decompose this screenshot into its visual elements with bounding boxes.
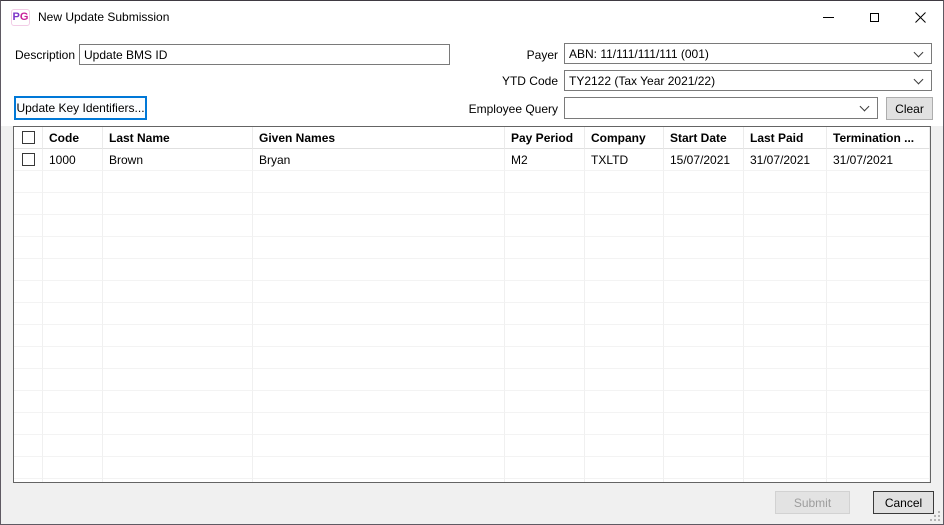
- cell-start-date: 15/07/2021: [664, 149, 744, 171]
- payer-label: Payer: [471, 45, 558, 65]
- cell-code: 1000: [43, 149, 103, 171]
- empty-row: [14, 457, 930, 479]
- table-row[interactable]: 1000 Brown Bryan M2 TXLTD 15/07/2021 31/…: [14, 149, 930, 171]
- clear-button[interactable]: Clear: [886, 97, 933, 120]
- grid-header-row: Code Last Name Given Names Pay Period Co…: [14, 127, 930, 149]
- payer-dropdown[interactable]: ABN: 11/111/111/111 (001): [564, 43, 932, 64]
- column-header-last-name[interactable]: Last Name: [103, 127, 253, 149]
- empty-row: [14, 391, 930, 413]
- logo-letter-g: G: [20, 12, 29, 23]
- column-header-termination[interactable]: Termination ...: [827, 127, 930, 149]
- row-select-cell[interactable]: [14, 149, 43, 171]
- column-header-company[interactable]: Company: [585, 127, 664, 149]
- minimize-button[interactable]: [805, 1, 851, 33]
- column-header-last-paid[interactable]: Last Paid: [744, 127, 827, 149]
- column-header-code[interactable]: Code: [43, 127, 103, 149]
- empty-row: [14, 479, 930, 483]
- select-all-cell[interactable]: [14, 127, 43, 149]
- column-header-given-names[interactable]: Given Names: [253, 127, 505, 149]
- empty-rows-container: [14, 171, 930, 483]
- employee-query-dropdown[interactable]: [564, 97, 878, 119]
- cancel-button[interactable]: Cancel: [873, 491, 934, 514]
- ytd-code-label: YTD Code: [471, 71, 558, 91]
- cell-last-name: Brown: [103, 149, 253, 171]
- employee-grid: Code Last Name Given Names Pay Period Co…: [13, 126, 931, 483]
- empty-row: [14, 435, 930, 457]
- titlebar[interactable]: P G New Update Submission: [1, 1, 943, 33]
- empty-row: [14, 215, 930, 237]
- ytd-code-selected-value: TY2122 (Tax Year 2021/22): [569, 74, 715, 88]
- minimize-icon: [823, 17, 834, 18]
- empty-row: [14, 171, 930, 193]
- ytd-code-dropdown[interactable]: TY2122 (Tax Year 2021/22): [564, 70, 932, 91]
- new-update-submission-window: P G New Update Submission Description Pa…: [0, 0, 944, 525]
- grid-zone: Code Last Name Given Names Pay Period Co…: [1, 126, 943, 524]
- chevron-down-icon: [914, 47, 924, 57]
- description-label: Description: [15, 45, 75, 65]
- submit-button[interactable]: Submit: [775, 491, 850, 514]
- cell-given-names: Bryan: [253, 149, 505, 171]
- payer-selected-value: ABN: 11/111/111/111 (001): [569, 47, 709, 61]
- update-key-identifiers-button[interactable]: Update Key Identifiers...: [14, 96, 147, 120]
- app-logo-icon: P G: [11, 9, 30, 26]
- cell-last-paid: 31/07/2021: [744, 149, 827, 171]
- empty-row: [14, 193, 930, 215]
- maximize-button[interactable]: [851, 1, 897, 33]
- empty-row: [14, 237, 930, 259]
- resize-grip[interactable]: [930, 511, 940, 521]
- empty-row: [14, 259, 930, 281]
- close-button[interactable]: [897, 1, 943, 33]
- empty-row: [14, 303, 930, 325]
- cell-termination: 31/07/2021: [827, 149, 930, 171]
- cell-company: TXLTD: [585, 149, 664, 171]
- window-controls: [805, 1, 943, 33]
- cell-pay-period: M2: [505, 149, 585, 171]
- chevron-down-icon: [914, 74, 924, 84]
- employee-query-label: Employee Query: [441, 99, 558, 119]
- logo-letter-p: P: [13, 12, 20, 23]
- select-all-checkbox[interactable]: [22, 131, 35, 144]
- window-title: New Update Submission: [38, 10, 169, 24]
- column-header-start-date[interactable]: Start Date: [664, 127, 744, 149]
- row-checkbox[interactable]: [22, 153, 35, 166]
- column-header-pay-period[interactable]: Pay Period: [505, 127, 585, 149]
- empty-row: [14, 325, 930, 347]
- close-icon: [915, 12, 926, 23]
- empty-row: [14, 347, 930, 369]
- description-input[interactable]: [79, 44, 450, 65]
- empty-row: [14, 281, 930, 303]
- maximize-icon: [870, 13, 879, 22]
- empty-row: [14, 413, 930, 435]
- empty-row: [14, 369, 930, 391]
- chevron-down-icon: [860, 102, 870, 112]
